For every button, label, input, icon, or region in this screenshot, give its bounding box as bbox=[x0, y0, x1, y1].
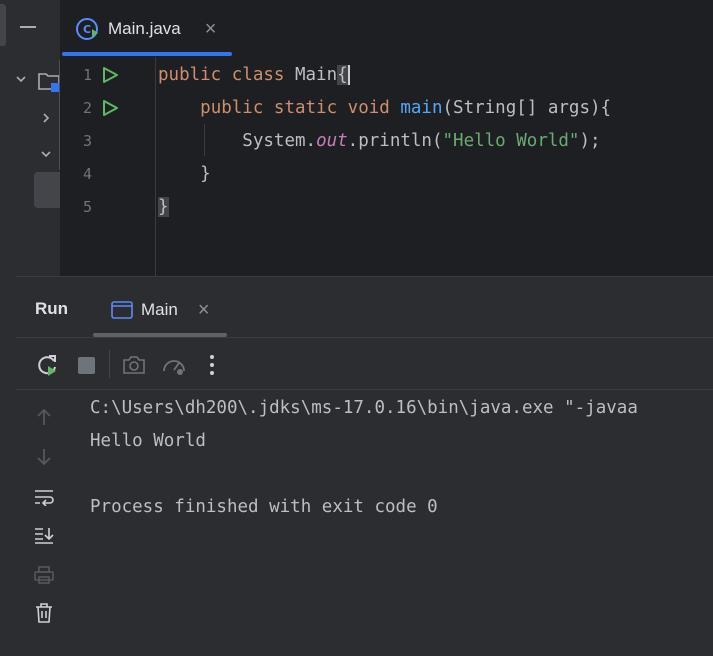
menu-dash-icon[interactable] bbox=[20, 26, 36, 28]
code-line-3: System.out.println("Hello World"); bbox=[158, 125, 601, 158]
active-tab-indicator bbox=[62, 52, 232, 56]
code-token: out bbox=[316, 131, 348, 151]
code-token: .println( bbox=[347, 131, 443, 151]
code-token: public static void bbox=[200, 98, 401, 118]
console-line: Process finished with exit code 0 bbox=[90, 497, 438, 517]
selected-tree-row[interactable] bbox=[34, 172, 60, 208]
line-number: 4 bbox=[82, 165, 92, 183]
text-cursor bbox=[347, 65, 350, 85]
run-gutter-icon[interactable] bbox=[101, 66, 119, 89]
chevron-down-icon[interactable] bbox=[40, 147, 52, 165]
line-number: 3 bbox=[82, 132, 92, 150]
code-token: } bbox=[158, 197, 169, 217]
print-icon[interactable] bbox=[32, 563, 56, 587]
arrow-down-icon[interactable] bbox=[32, 445, 56, 469]
close-icon[interactable]: × bbox=[205, 18, 217, 41]
toolbar-separator bbox=[109, 350, 110, 378]
tab-main-java[interactable]: C Main.java × bbox=[76, 12, 216, 46]
camera-icon[interactable] bbox=[120, 352, 148, 378]
trash-icon[interactable] bbox=[32, 601, 56, 625]
code-token: main bbox=[400, 98, 443, 118]
java-class-icon: C bbox=[76, 17, 100, 41]
code-token: Main bbox=[294, 65, 338, 85]
chevron-right-icon[interactable] bbox=[40, 111, 52, 129]
console-window-icon bbox=[111, 301, 133, 319]
code-token: ); bbox=[579, 131, 601, 151]
tab-label: Main bbox=[141, 300, 178, 319]
line-number: 1 bbox=[82, 66, 92, 84]
stop-icon[interactable] bbox=[73, 352, 99, 378]
tool-window-strip bbox=[0, 0, 16, 656]
code-token: public class bbox=[158, 65, 295, 85]
more-options-icon[interactable] bbox=[202, 352, 222, 378]
run-panel-title: Run bbox=[35, 299, 69, 318]
run-gutter-icon[interactable] bbox=[101, 99, 119, 122]
chevron-down-icon[interactable] bbox=[15, 72, 27, 90]
tab-run-main[interactable]: Main × bbox=[111, 296, 210, 324]
soft-wrap-icon[interactable] bbox=[32, 485, 56, 509]
code-line-4: } bbox=[158, 158, 211, 191]
code-token: System. bbox=[242, 131, 317, 151]
profiler-gauge-icon[interactable] bbox=[160, 352, 188, 378]
rerun-icon[interactable] bbox=[34, 352, 60, 378]
code-token: { bbox=[337, 65, 348, 85]
code-token: (String[] args){ bbox=[442, 98, 612, 118]
project-panel bbox=[15, 0, 62, 276]
code-token: "Hello World" bbox=[442, 131, 580, 151]
code-token: } bbox=[158, 164, 211, 184]
tool-window-highlight bbox=[0, 4, 6, 46]
console-line: Hello World bbox=[90, 431, 206, 451]
code-line-1: public class Main{ bbox=[158, 59, 350, 92]
code-line-5: } bbox=[158, 191, 169, 224]
folder-icon[interactable] bbox=[37, 70, 61, 97]
svg-text:C: C bbox=[83, 23, 91, 36]
line-number: 5 bbox=[82, 198, 92, 216]
arrow-up-icon[interactable] bbox=[32, 405, 56, 429]
scroll-to-end-icon[interactable] bbox=[32, 523, 56, 547]
console-line: C:\Users\dh200\.jdks\ms-17.0.16\bin\java… bbox=[90, 398, 638, 418]
close-icon[interactable]: × bbox=[198, 299, 210, 322]
code-line-2: public static void main(String[] args){ bbox=[158, 92, 611, 125]
tab-label: Main.java bbox=[108, 19, 181, 38]
line-number: 2 bbox=[82, 99, 92, 117]
